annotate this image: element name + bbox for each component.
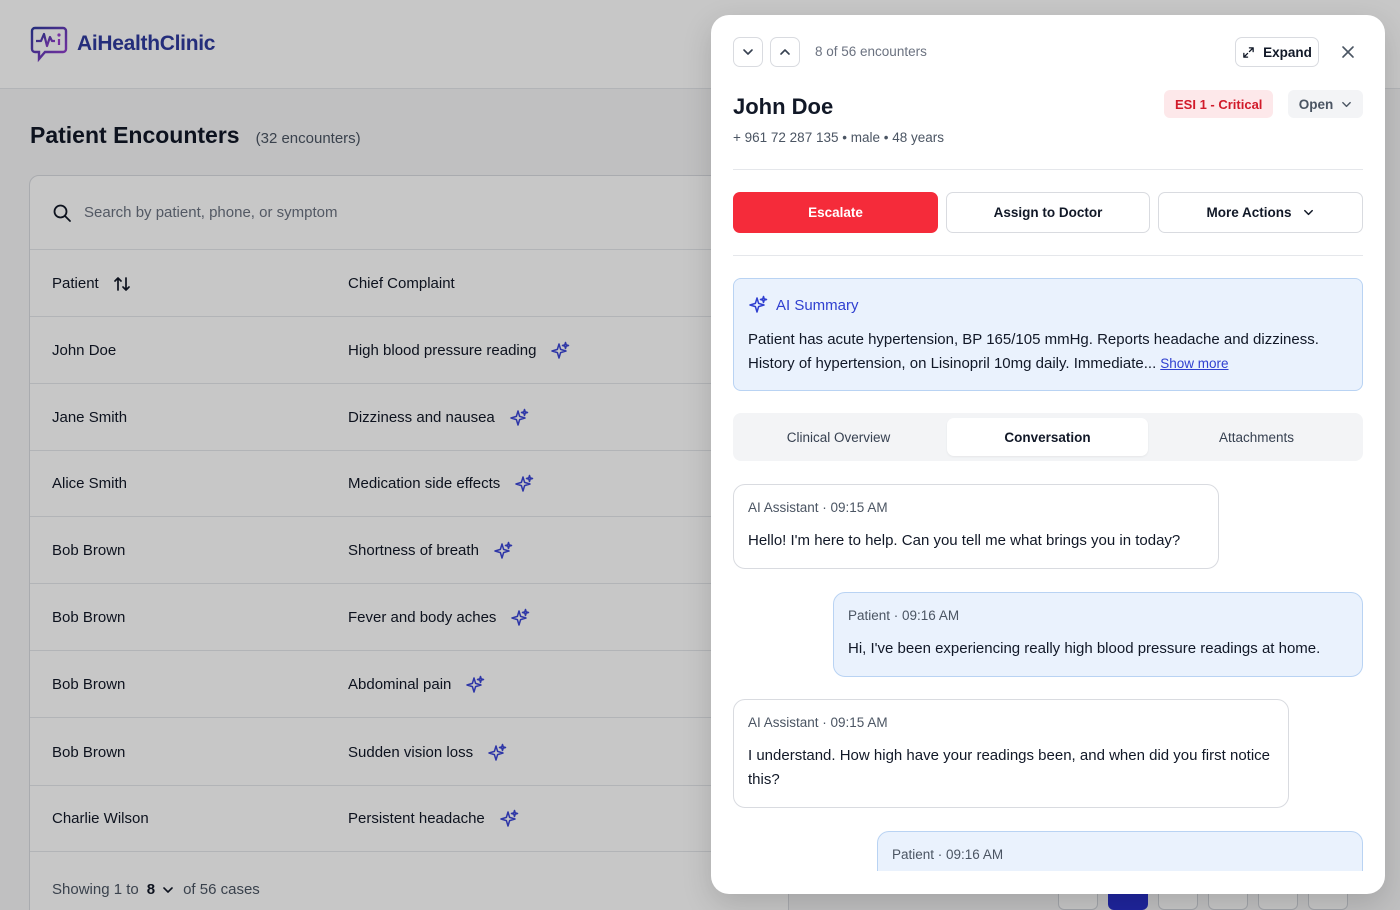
- esi-badge: ESI 1 - Critical: [1164, 90, 1274, 118]
- chevron-down-icon: [1342, 101, 1352, 107]
- ai-summary-body: Patient has acute hypertension, BP 165/1…: [748, 331, 1319, 372]
- next-encounter-button[interactable]: [733, 37, 763, 67]
- divider: [733, 169, 1363, 170]
- patient-name: John Doe: [733, 94, 834, 119]
- message-sender: AI Assistant · 09:15 AM: [748, 500, 888, 515]
- message-text: Hi, I've been experiencing really high b…: [848, 640, 1321, 657]
- assistant-message: AI Assistant · 09:15 AM I understand. Ho…: [733, 699, 1289, 808]
- tab-conversation[interactable]: Conversation: [947, 418, 1148, 456]
- escalate-button[interactable]: Escalate: [733, 192, 938, 233]
- assign-doctor-button[interactable]: Assign to Doctor: [946, 192, 1150, 233]
- ai-summary-header: AI Summary: [748, 295, 859, 315]
- ai-sparkle-icon: [749, 295, 768, 313]
- ai-summary-card: AI Summary Patient has acute hypertensio…: [733, 278, 1363, 391]
- more-actions-button[interactable]: More Actions: [1158, 192, 1363, 233]
- close-icon: [1342, 46, 1354, 58]
- assistant-message: AI Assistant · 09:15 AM Hello! I'm here …: [733, 484, 1219, 569]
- chevron-down-icon: [1303, 209, 1313, 216]
- message-sender: Patient · 09:16 AM: [892, 847, 1004, 862]
- ai-summary-title: AI Summary: [776, 296, 859, 314]
- expand-button[interactable]: Expand: [1235, 37, 1319, 67]
- detail-tabs: Clinical Overview Conversation Attachmen…: [733, 413, 1363, 461]
- encounter-position: 8 of 56 encounters: [815, 44, 927, 59]
- chevron-down-icon: [743, 49, 753, 55]
- encounter-drawer: 8 of 56 encounters Expand John Doe + 961…: [711, 15, 1385, 894]
- more-actions-label: More Actions: [1206, 205, 1292, 220]
- divider: [733, 255, 1363, 256]
- chevron-up-icon: [780, 49, 790, 55]
- previous-encounter-button[interactable]: [770, 37, 800, 67]
- patient-message: Patient · 09:16 AM: [877, 831, 1363, 871]
- tab-clinical-overview[interactable]: Clinical Overview: [738, 418, 939, 456]
- patient-message: Patient · 09:16 AM Hi, I've been experie…: [833, 592, 1363, 677]
- message-text: Hello! I'm here to help. Can you tell me…: [748, 532, 1181, 549]
- status-select[interactable]: Open: [1288, 90, 1363, 118]
- ai-summary-text: Patient has acute hypertension, BP 165/1…: [748, 328, 1348, 376]
- status-value: Open: [1298, 96, 1334, 112]
- tab-attachments[interactable]: Attachments: [1156, 418, 1357, 456]
- message-sender: AI Assistant · 09:15 AM: [748, 715, 888, 730]
- conversation-thread[interactable]: AI Assistant · 09:15 AM Hello! I'm here …: [711, 483, 1385, 871]
- message-sender: Patient · 09:16 AM: [848, 608, 960, 623]
- message-text: I understand. How high have your reading…: [748, 747, 1270, 788]
- show-more-link[interactable]: Show more: [1160, 356, 1228, 371]
- expand-icon: [1243, 46, 1254, 58]
- close-button[interactable]: [1338, 42, 1358, 62]
- expand-label: Expand: [1263, 44, 1312, 60]
- patient-meta: + 961 72 287 135 • male • 48 years: [733, 130, 944, 145]
